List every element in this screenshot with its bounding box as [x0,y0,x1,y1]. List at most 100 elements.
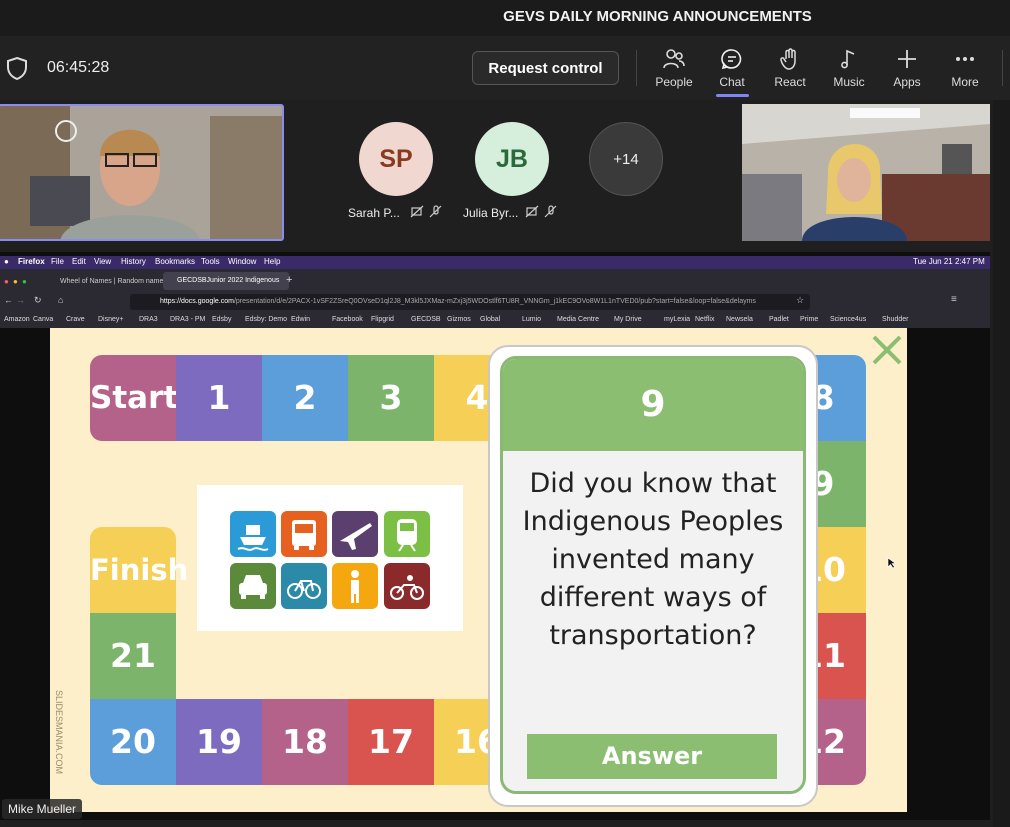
back-icon[interactable]: ← [4,295,13,305]
bicycle-icon [281,563,327,609]
avatar-julia[interactable]: JB [475,122,549,196]
menu-history[interactable]: History [121,257,146,266]
music-icon [841,49,855,69]
bookmark-item[interactable]: Disney+ [98,316,123,323]
meeting-timer: 06:45:28 [47,59,110,76]
react-label: React [774,75,806,89]
board-square: 1 [176,355,262,441]
browser-tabbar: ● ● ● Wheel of Names | Random name pi GE… [0,269,990,292]
board-square: 20 [90,699,176,785]
bookmark-item[interactable]: Edwin [291,316,310,323]
browser-tab[interactable]: Wheel of Names | Random name pi [48,273,172,290]
browser-navbar: ← → ↻ ⌂ https://docs.google.com/presenta… [0,292,990,312]
board-square: 21 [90,613,176,699]
menu-file[interactable]: File [51,257,64,266]
board-square: 2 [262,355,348,441]
browser-tab-active[interactable]: GECDSBJunior 2022 Indigenous [163,272,289,290]
menu-view[interactable]: View [94,257,111,266]
react-button[interactable]: React [762,45,818,95]
music-label: Music [833,75,865,89]
bookmark-star-icon[interactable]: ☆ [796,295,804,306]
bookmark-item[interactable]: Global [480,316,500,323]
bookmark-item[interactable]: Science4us [830,316,866,323]
menu-help[interactable]: Help [264,257,280,266]
bookmark-item[interactable]: Gizmos [447,316,471,323]
participant-video [742,104,990,241]
bookmark-item[interactable]: Padlet [769,316,789,323]
presenter-video [0,106,282,239]
bookmark-item[interactable]: Edsby [212,316,231,323]
zoom-window-icon[interactable]: ● [22,277,27,286]
bookmark-item[interactable]: DRA3 [139,316,158,323]
bookmark-item[interactable]: Netflix [695,316,714,323]
transport-icons-panel [197,485,463,631]
address-bar[interactable]: https://docs.google.com/presentation/d/e… [130,294,810,310]
ellipsis-icon [956,57,974,61]
motorcycle-icon [384,563,430,609]
bookmark-item[interactable]: Canva [33,316,53,323]
plus-icon [898,50,916,68]
menu-edit[interactable]: Edit [72,257,86,266]
card-number: 9 [503,359,803,451]
bookmark-item[interactable]: myLexia [664,316,690,323]
bookmark-item[interactable]: Crave [66,316,85,323]
answer-button[interactable]: Answer [527,734,777,779]
bookmark-item[interactable]: Flipgrid [371,316,394,323]
people-icon [663,49,685,69]
muted-icons [525,205,557,218]
bookmark-item[interactable]: My Drive [614,316,642,323]
bookmark-item[interactable]: Newsela [726,316,753,323]
board-square: 19 [176,699,262,785]
bookmark-item[interactable]: Amazon [4,316,30,323]
pedestrian-icon [332,563,378,609]
people-button[interactable]: People [646,45,702,95]
chat-button[interactable]: Chat [704,45,760,95]
presenter-name-tag: Mike Mueller [2,799,83,819]
bookmark-item[interactable]: Lumio [522,316,541,323]
bookmark-item[interactable]: GECDSB [411,316,441,323]
chat-icon [721,49,742,70]
close-icon[interactable] [869,332,905,368]
people-label: People [655,75,693,89]
minimize-window-icon[interactable]: ● [13,277,18,286]
start-square: Start [90,355,178,441]
participant-video-tile[interactable] [742,104,990,241]
bookmark-item[interactable]: Shudder [882,316,908,323]
board-square: 18 [262,699,348,785]
apps-button[interactable]: Apps [879,45,935,95]
participant-name: Julia Byr... [463,206,519,220]
home-icon[interactable]: ⌂ [58,295,63,305]
close-window-icon[interactable]: ● [4,277,9,286]
menu-firefox[interactable]: Firefox [18,257,45,266]
new-tab-icon[interactable]: + [286,274,292,286]
music-button[interactable]: Music [821,45,877,95]
finish-square: Finish [90,527,188,613]
menu-window[interactable]: Window [228,257,256,266]
meeting-title: GEVS DAILY MORNING ANNOUNCEMENTS [503,8,812,25]
menu-tools[interactable]: Tools [201,257,220,266]
toolbar-divider [636,50,637,86]
bookmark-item[interactable]: Edsby: Demo [245,316,287,323]
bookmark-item[interactable]: DRA3 - PM [170,316,205,323]
browser-menu-icon[interactable]: ≡ [951,294,957,305]
bus-icon [281,511,327,557]
car-icon [230,563,276,609]
system-clock: Tue Jun 21 2:47 PM [913,257,985,266]
avatar-sarah[interactable]: SP [359,122,433,196]
menu-bookmarks[interactable]: Bookmarks [155,257,195,266]
board-square: 17 [348,699,434,785]
request-control-button[interactable]: Request control [472,51,619,85]
bookmark-item[interactable]: Facebook [332,316,363,323]
bookmark-item[interactable]: Prime [800,316,818,323]
reload-icon[interactable]: ↻ [34,295,42,306]
presenter-video-tile[interactable] [0,104,284,241]
mac-menubar: ● Firefox File Edit View History Bookmar… [0,256,990,269]
apple-icon: ● [4,257,9,266]
forward-icon[interactable]: → [16,295,25,305]
more-button[interactable]: More [937,45,993,95]
ship-icon [230,511,276,557]
chat-active-indicator [716,94,749,97]
more-participants[interactable]: +14 [589,122,663,196]
bookmark-item[interactable]: Media Centre [557,316,599,323]
participant-name: Sarah P... [348,206,400,220]
